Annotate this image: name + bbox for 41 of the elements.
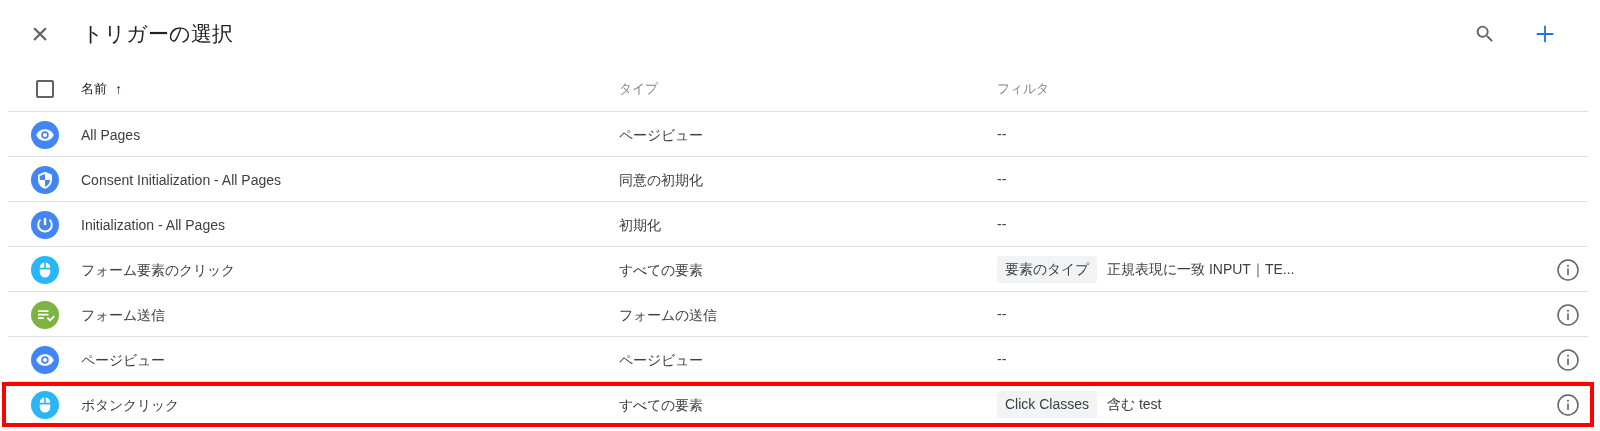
trigger-name: ページビュー (81, 351, 165, 368)
table-row[interactable]: フォーム要素のクリック すべての要素 要素のタイプ 正規表現に一致 INPUT｜TE... (8, 248, 1588, 292)
trigger-name: フォーム要素のクリック (81, 261, 235, 278)
trigger-name: Initialization - All Pages (81, 216, 225, 233)
filter-condition: -- (997, 305, 1007, 324)
trigger-name: ボタンクリック (81, 396, 179, 413)
trigger-name: Consent Initialization - All Pages (81, 171, 281, 188)
table-row[interactable]: All Pages ページビュー -- (8, 113, 1588, 157)
filter-condition: 正規表現に一致 INPUT｜TE... (1107, 260, 1295, 280)
column-header[interactable]: 名前 (81, 79, 107, 99)
table-row[interactable]: ページビュー ページビュー -- (8, 338, 1588, 382)
filter-condition: -- (997, 215, 1007, 234)
filter-condition: -- (997, 350, 1007, 369)
info-icon[interactable] (1556, 347, 1580, 372)
trigger-type: フォームの送信 (619, 306, 717, 323)
trigger-name: All Pages (81, 126, 141, 143)
info-icon[interactable] (1556, 392, 1580, 417)
filter-chip: Click Classes (997, 391, 1097, 418)
trigger-type: ページビュー (619, 126, 703, 143)
info-icon[interactable] (1556, 257, 1580, 282)
trigger-type: すべての要素 (619, 396, 703, 413)
table-row[interactable]: ボタンクリック すべての要素 Click Classes 含む test (2, 382, 1594, 427)
filter-condition: -- (997, 170, 1007, 189)
table-row[interactable]: Consent Initialization - All Pages 同意の初期化 -- (8, 158, 1588, 202)
checkbox[interactable] (35, 80, 54, 98)
column-header[interactable]: フィルタ (997, 79, 1049, 99)
trigger-name: フォーム送信 (81, 306, 165, 323)
filter-chip: 要素のタイプ (997, 256, 1097, 283)
filter-condition: -- (997, 125, 1007, 144)
trigger-type: ページビュー (619, 351, 703, 368)
trigger-type: 同意の初期化 (619, 171, 703, 188)
close-button[interactable]: × (28, 18, 52, 49)
sort-arrow[interactable]: ↑ (115, 78, 122, 100)
table-row[interactable]: Initialization - All Pages 初期化 -- (8, 203, 1588, 247)
filter-condition: 含む test (1107, 395, 1162, 414)
trigger-type: 初期化 (619, 216, 661, 233)
table-row[interactable]: フォーム送信 フォームの送信 -- (8, 293, 1588, 337)
trigger-type: すべての要素 (619, 261, 703, 278)
dialog-title: トリガーの選択 (82, 20, 233, 47)
column-header[interactable]: タイプ (619, 79, 658, 99)
info-icon[interactable] (1556, 302, 1580, 327)
